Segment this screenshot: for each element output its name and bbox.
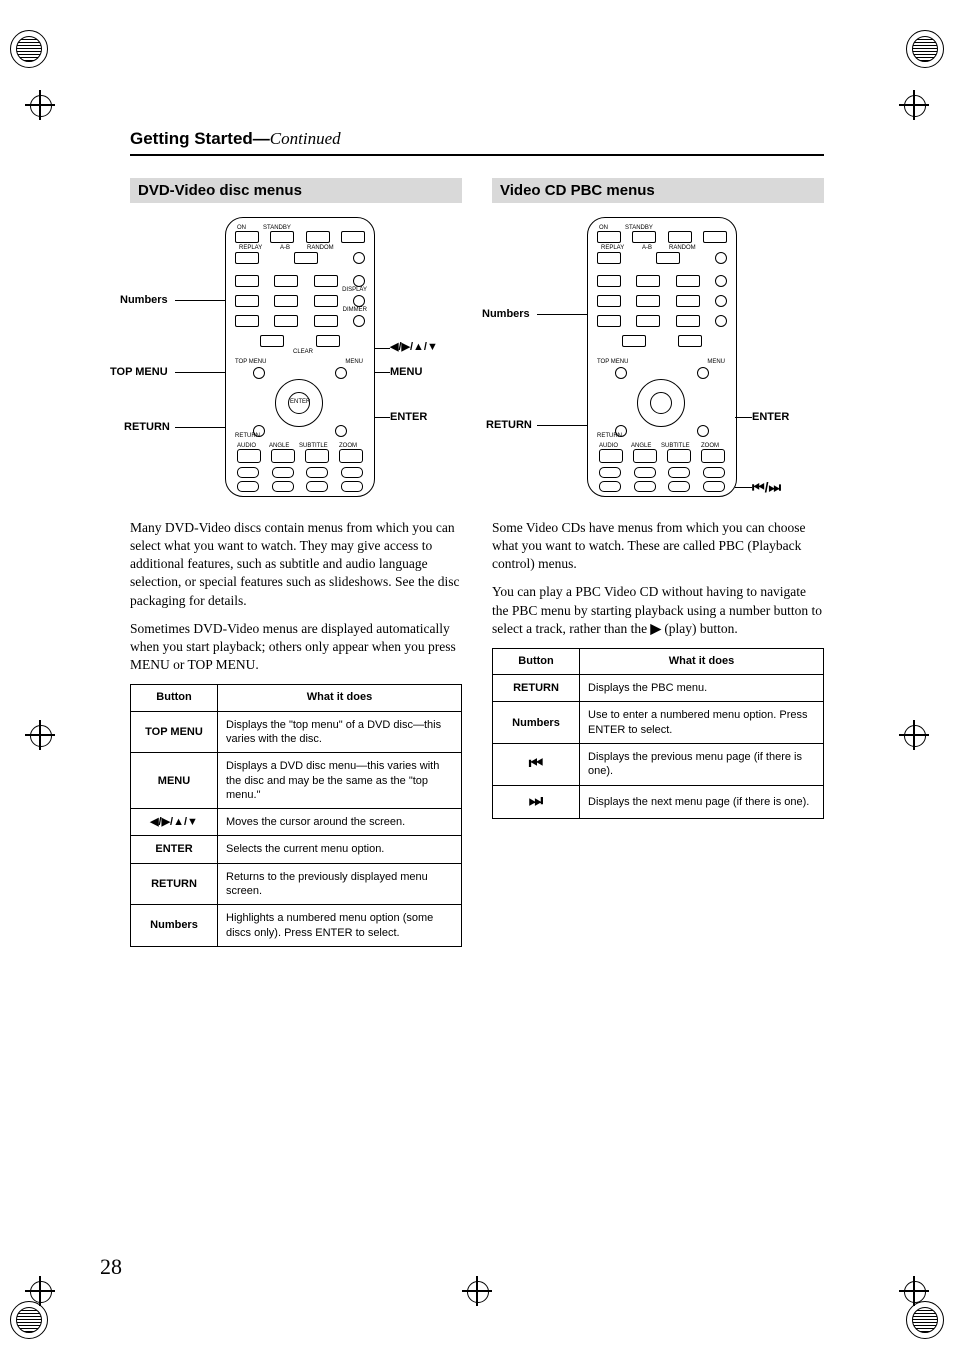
right-column: Video CD PBC menus Numbers RETURN ENTER … [492,178,824,947]
page-content: Getting Started—Continued DVD-Video disc… [130,130,824,947]
print-corner-ornament [906,30,944,68]
remote-dpad [617,367,707,437]
vcd-button-table: Button What it does RETURNDisplays the P… [492,648,824,819]
table-header-button: Button [131,685,218,711]
next-icon: ⏭ [493,785,580,819]
remote-label: TOP MENU [597,359,628,365]
remote-label: RETURN [235,433,260,439]
dvd-paragraph-2: Sometimes DVD-Video menus are displayed … [130,620,462,675]
table-row: ENTERSelects the current menu option. [131,836,462,863]
remote-label: REPLAY [601,245,624,251]
callout-top-menu: TOP MENU [110,367,168,378]
remote-label: REPLAY [239,245,262,251]
crop-mark [25,90,55,120]
callout-line [175,427,225,428]
callout-line [735,417,752,418]
remote-label: DISPLAY [342,287,367,293]
remote-dpad: ENTER [255,367,345,437]
remote-label: MENU [345,359,363,365]
heading-continued: Continued [270,129,341,148]
callout-arrows: ◀/▶/▲/▼ [390,342,438,353]
callout-line [735,487,752,488]
print-corner-ornament [10,30,48,68]
remote-illustration: ON STANDBY REPLAY A-B RANDOM DISPLAY DIM… [225,217,375,497]
left-column: DVD-Video disc menus Numbers TOP MENU RE… [130,178,462,947]
callout-line [375,372,390,373]
remote-label: CLEAR [293,349,313,355]
play-icon: ▶ [651,621,661,636]
section-title-dvd: DVD-Video disc menus [130,178,462,203]
callout-menu: MENU [390,367,422,378]
callout-line [537,314,587,315]
crop-mark [899,90,929,120]
section-title-vcd: Video CD PBC menus [492,178,824,203]
crop-mark [899,1276,929,1306]
table-row: TOP MENUDisplays the "top menu" of a DVD… [131,711,462,753]
callout-numbers: Numbers [482,309,530,320]
remote-illustration: ON STANDBY REPLAY A-B RANDOM TOP MENU ME… [587,217,737,497]
page-heading: Getting Started—Continued [130,130,824,156]
print-corner-ornament [906,1301,944,1339]
remote-label: DIMMER [343,307,367,313]
prev-icon: ⏮ [493,744,580,786]
table-row: NumbersUse to enter a numbered menu opti… [493,702,824,744]
callout-line [537,425,587,426]
crop-mark [899,720,929,750]
callout-numbers: Numbers [120,295,168,306]
table-row: ⏮Displays the previous menu page (if the… [493,744,824,786]
callout-line [375,348,390,349]
vcd-paragraph-2: You can play a PBC Video CD without havi… [492,583,824,638]
heading-sep: — [253,129,270,148]
table-row: ◀/▶/▲/▼Moves the cursor around the scree… [131,809,462,836]
remote-diagram-vcd: Numbers RETURN ENTER ⏮/⏭ ON STANDBY REPL… [492,217,824,507]
remote-label: A-B [642,245,652,251]
crop-mark [25,720,55,750]
table-row: NumbersHighlights a numbered menu option… [131,905,462,947]
callout-line [175,372,225,373]
callout-enter: ENTER [752,412,789,423]
remote-label: RANDOM [307,245,334,251]
dvd-paragraph-1: Many DVD-Video discs contain menus from … [130,519,462,610]
callout-return: RETURN [486,420,532,431]
table-row: ⏭Displays the next menu page (if there i… [493,785,824,819]
print-corner-ornament [10,1301,48,1339]
table-header-desc: What it does [580,649,824,675]
callout-line [375,417,390,418]
crop-mark [462,1276,492,1306]
vcd-paragraph-1: Some Video CDs have menus from which you… [492,519,824,574]
callout-line [175,300,225,301]
remote-label: MENU [707,359,725,365]
table-row: RETURNReturns to the previously displaye… [131,863,462,905]
remote-label: RETURN [597,433,622,439]
crop-mark [25,1276,55,1306]
remote-label: RANDOM [669,245,696,251]
remote-label: TOP MENU [235,359,266,365]
callout-enter: ENTER [390,412,427,423]
table-header-desc: What it does [218,685,462,711]
remote-diagram-dvd: Numbers TOP MENU RETURN ◀/▶/▲/▼ MENU ENT… [130,217,462,507]
remote-label: ENTER [290,399,310,405]
table-row: RETURNDisplays the PBC menu. [493,675,824,702]
page-number: 28 [100,1256,122,1278]
heading-section: Getting Started [130,129,253,148]
table-row: MENUDisplays a DVD disc menu—this varies… [131,753,462,809]
callout-return: RETURN [124,422,170,433]
remote-label: A-B [280,245,290,251]
table-header-button: Button [493,649,580,675]
callout-prevnext: ⏮/⏭ [752,480,781,494]
dvd-button-table: Button What it does TOP MENUDisplays the… [130,684,462,946]
